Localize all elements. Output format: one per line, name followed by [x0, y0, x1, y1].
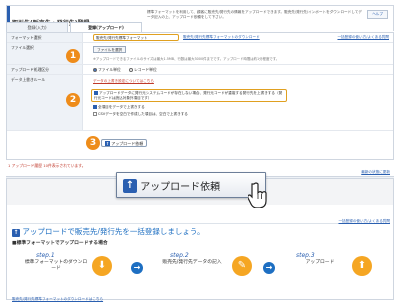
download-icon: ⬇	[92, 256, 112, 276]
upload-icon: ↑	[12, 229, 20, 237]
method-option-record[interactable]: レコード単位	[129, 67, 157, 73]
page-description: 標準フォーマットを利用して、顧客に販売先/発行先の情報をアップロードできます。販…	[147, 10, 362, 19]
overwrite-rule-row: データ上書きルール データの上書き設定についてはこちら アップロードデータに発行…	[7, 75, 393, 131]
guide-faq-link[interactable]: 一括登録の使い方/よくある質問	[338, 219, 390, 224]
tab-register-input[interactable]: 登録(入力)	[6, 22, 68, 32]
hand-cursor-icon	[247, 182, 268, 209]
guide-headline-text: アップロードで販売先/発行先を一括登録しましょう。	[22, 227, 205, 236]
file-size-note: ※アップロードできるファイルのサイズは最大1.5MB、行数は最大3000件までで…	[93, 57, 280, 61]
guide-headline: ↑ アップロードで販売先/発行先を一括登録しましょう。	[12, 226, 204, 237]
step-2: ✎ step.2 販売先/発行先データの記入	[144, 248, 264, 294]
rule-option-1[interactable]: アップロードデータに発行元システムコードが存在しない場合、発行元コードが重複する…	[91, 89, 287, 102]
format-download-link[interactable]: 販売先/発行先標準フォーマットのダウンロード	[183, 35, 260, 40]
rule-option-3-label: CSVデータを空白で作成した項目は、空白で上書きする	[98, 112, 188, 116]
upload-method-label: アップロード処理区分	[7, 65, 83, 74]
step-3: ⬆ step.3 アップロード	[276, 248, 382, 294]
callout-3: 3	[86, 136, 100, 150]
arrow-icon: →	[263, 262, 275, 274]
guide-steps: ⬇ step.1 標準フォーマットのダウンロード → ✎ step.2 販売先/…	[12, 248, 382, 294]
arrow-icon: →	[131, 262, 143, 274]
tab-register-upload[interactable]: 登録(アップロード)	[70, 22, 142, 32]
format-row: フォーマット選択 販売先/発行先標準フォーマット 販売先/発行先標準フォーマット…	[7, 33, 393, 43]
step-2-text: 販売先/発行先データの記入	[162, 260, 222, 265]
step-1-text: 標準フォーマットのダウンロード	[24, 260, 88, 271]
upload-icon: ↑	[123, 178, 137, 193]
rule-option-2[interactable]: 全項目をデータで上書きする	[93, 105, 145, 110]
upload-method-row: アップロード処理区分 ファイル単位 レコード単位	[7, 65, 393, 75]
format-download-footer-link[interactable]: 販売先/発行先標準フォーマットのダウンロードはこちら	[12, 297, 103, 302]
upload-icon: ↑	[105, 141, 110, 146]
overwrite-rule-help-link[interactable]: データの上書き設定についてはこちら	[93, 79, 154, 84]
rule-option-2-label: 全項目をデータで上書きする	[98, 105, 145, 109]
guide-divider	[11, 223, 389, 224]
method-option-file[interactable]: ファイル単位	[93, 67, 121, 73]
step-2-label: step.2	[170, 252, 189, 259]
rule-option-1-label: アップロードデータに発行元システムコードが存在しない場合、発行元コードが重複する…	[94, 91, 283, 100]
upload-request-label: アップロード依頼	[111, 141, 144, 146]
rule-option-3[interactable]: CSVデータを空白で作成した項目は、空白で上書きする	[93, 112, 188, 117]
callout-2: 2	[66, 93, 80, 107]
refresh-link[interactable]: 最新の状態に更新	[361, 170, 390, 175]
checkbox-icon[interactable]	[94, 91, 98, 95]
radio-icon[interactable]	[93, 68, 97, 72]
help-button[interactable]: ヘルプ	[367, 10, 388, 19]
usage-faq-link[interactable]: 一括登録の使い方/よくある質問	[337, 35, 389, 40]
upload-request-zoom-label: アップロード依頼	[140, 182, 221, 193]
upload-request-button-zoom[interactable]: ↑ アップロード依頼	[116, 172, 266, 198]
upload-history-count: 1 アップロード履歴 10件表示されています。	[8, 163, 86, 168]
radio-icon[interactable]	[129, 68, 133, 72]
format-select[interactable]: 販売先/発行先標準フォーマット	[93, 34, 179, 41]
file-row: ファイル選択 ファイルを選択 ※アップロードできるファイルのサイズは最大1.5M…	[7, 43, 393, 65]
method-option-file-label: ファイル単位	[98, 67, 121, 72]
step-3-label: step.3	[296, 252, 315, 259]
callout-1: 1	[66, 49, 80, 63]
edit-icon: ✎	[232, 256, 252, 276]
guide-subheading: ■標準フォーマットでアップロードする場合	[12, 241, 108, 246]
step-1-label: step.1	[36, 252, 55, 259]
upload-request-button[interactable]: ↑ アップロード依頼	[101, 139, 148, 147]
checkbox-icon[interactable]	[93, 105, 97, 109]
step-1: ⬇ step.1 標準フォーマットのダウンロード	[12, 248, 132, 294]
method-option-record-label: レコード単位	[134, 67, 157, 72]
checkbox-icon[interactable]	[93, 112, 97, 116]
upload-form-panel: フォーマット選択 販売先/発行先標準フォーマット 販売先/発行先標準フォーマット…	[6, 32, 394, 160]
file-select-button[interactable]: ファイルを選択	[93, 46, 127, 53]
upload-icon: ⬆	[352, 256, 372, 276]
step-3-text: アップロード	[305, 260, 335, 265]
format-label: フォーマット選択	[7, 33, 83, 42]
